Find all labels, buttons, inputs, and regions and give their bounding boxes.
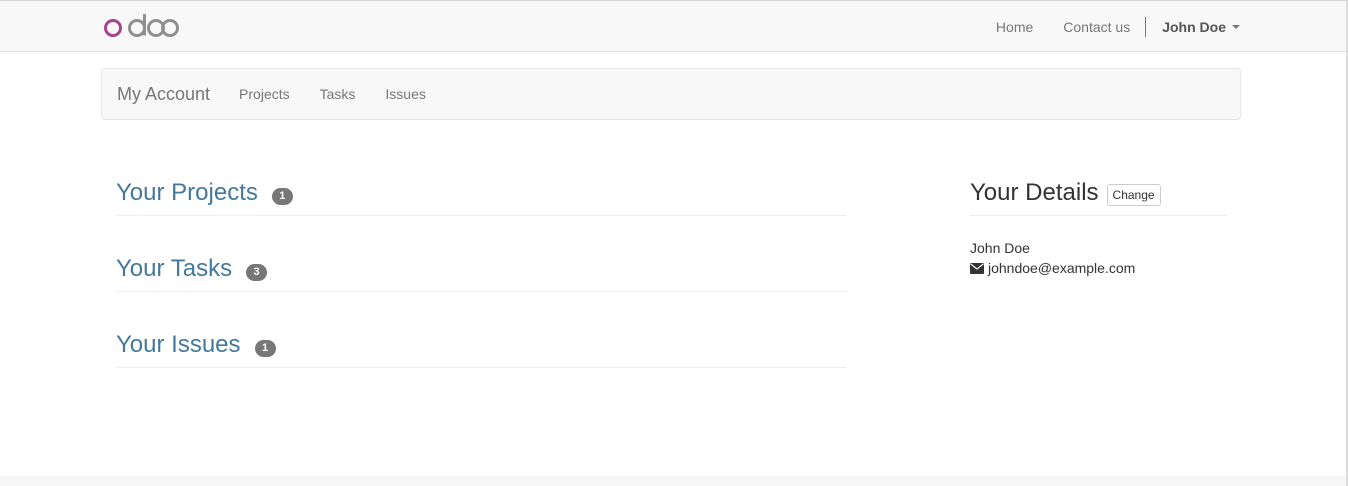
projects-section: Your Projects 1	[116, 178, 846, 216]
subnav-projects-link[interactable]: Projects	[239, 86, 290, 102]
footer-strip	[0, 476, 1348, 486]
your-details-panel: Your Details Change John Doe johndoe@exa…	[970, 178, 1227, 278]
tasks-count-badge: 3	[246, 263, 268, 281]
envelope-icon	[970, 262, 984, 274]
change-details-button[interactable]: Change	[1106, 184, 1161, 206]
top-nav-links: Home Contact us John Doe	[981, 1, 1240, 53]
your-issues-link[interactable]: Your Issues 1	[116, 331, 276, 359]
section-title: Your Projects	[116, 179, 258, 206]
issues-count-badge: 1	[254, 339, 276, 357]
your-tasks-link[interactable]: Your Tasks 3	[116, 255, 268, 283]
top-navbar: Home Contact us John Doe	[0, 0, 1348, 52]
section-title: Your Tasks	[116, 255, 233, 282]
odoo-logo[interactable]	[103, 12, 179, 42]
details-title: Your Details	[970, 179, 1099, 206]
user-menu-dropdown[interactable]: John Doe	[1147, 19, 1240, 35]
my-account-link[interactable]: My Account	[117, 84, 210, 105]
section-title: Your Issues	[116, 331, 241, 358]
details-header: Your Details Change	[970, 178, 1227, 216]
issues-section: Your Issues 1	[116, 330, 846, 368]
subnav-tasks-link[interactable]: Tasks	[320, 86, 356, 102]
user-full-name: John Doe	[970, 240, 1030, 256]
odoo-logo-icon	[104, 14, 179, 37]
nav-home-link[interactable]: Home	[981, 19, 1048, 35]
account-subnav: My Account Projects Tasks Issues	[101, 68, 1241, 120]
user-name-label: John Doe	[1162, 19, 1226, 35]
nav-contact-link[interactable]: Contact us	[1048, 19, 1145, 35]
tasks-section: Your Tasks 3	[116, 254, 846, 292]
subnav-issues-link[interactable]: Issues	[385, 86, 425, 102]
projects-count-badge: 1	[271, 187, 293, 205]
user-email: johndoe@example.com	[988, 260, 1136, 276]
caret-down-icon	[1232, 25, 1240, 29]
nav-divider	[1145, 17, 1147, 37]
user-email-row: johndoe@example.com	[970, 258, 1227, 278]
your-projects-link[interactable]: Your Projects 1	[116, 179, 293, 207]
